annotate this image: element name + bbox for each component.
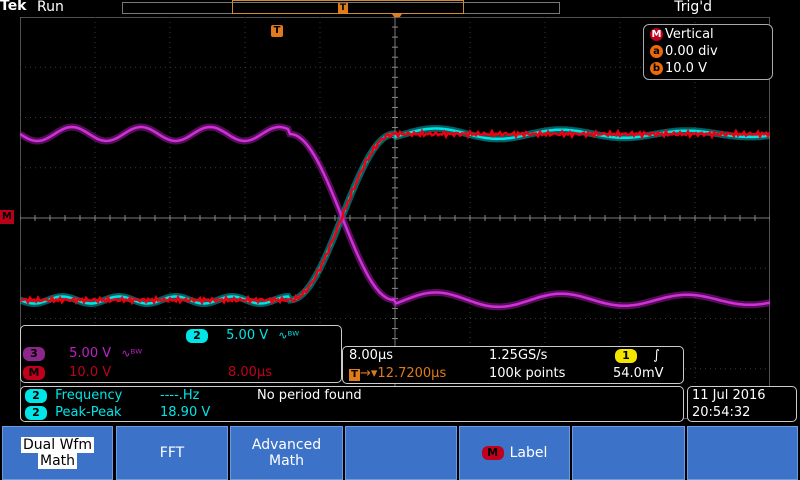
record-length: 100k points — [489, 366, 566, 381]
ch2-readout[interactable]: 2 5.00 V ∿ᴮᵂ — [186, 328, 299, 343]
trigger-position-icon[interactable]: T — [271, 25, 283, 37]
ch2-scale: 5.00 V — [226, 328, 269, 343]
dual-wfm-math-button[interactable]: Dual Wfm Math — [2, 426, 113, 480]
meas2-channel-badge-icon: 2 — [25, 406, 47, 420]
math-badge-small-icon: M — [23, 366, 45, 380]
math-readout[interactable]: M 10.0 V 8.00µs — [23, 365, 272, 380]
record-trigger-icon: T — [338, 3, 348, 13]
meas1-value: ----.Hz — [160, 388, 200, 403]
record-view-window[interactable] — [232, 0, 464, 14]
ch3-scale: 5.00 V — [69, 346, 112, 361]
ch2-bandwidth-icon: ∿ᴮᵂ — [278, 329, 300, 342]
trigger-slope-icon: ∫ — [653, 348, 660, 363]
trigger-arrow-icon: →▾ — [360, 366, 378, 381]
vertical-position: 0.00 div — [665, 44, 718, 59]
ch3-badge-icon: 3 — [23, 347, 45, 361]
trigger-status: Trig'd — [674, 0, 712, 15]
vertical-readout[interactable]: M Vertical a 0.00 div b 10.0 V — [643, 24, 773, 80]
advanced-math-button[interactable]: Advanced Math — [230, 426, 343, 480]
ch2-badge-icon: 2 — [186, 329, 208, 343]
knob-a-icon: a — [650, 45, 663, 58]
ch3-bandwidth-icon: ∿ᴮᵂ — [121, 347, 143, 360]
horizontal-readout[interactable]: 8.00µs 1.25GS/s 1 ∫ T →▾12.7200µs 100k po… — [342, 346, 684, 384]
meas1-label: Frequency — [55, 388, 123, 403]
math-ground-marker-icon[interactable]: M — [0, 210, 14, 224]
fft-button[interactable]: FFT — [116, 426, 228, 480]
trigger-position-badge-icon: T — [349, 369, 360, 381]
meas1-channel-badge-icon: 2 — [25, 389, 47, 403]
measurement-readout[interactable]: 2 Frequency ----.Hz No period found 2 Pe… — [20, 386, 684, 422]
label-math-badge-icon: M — [481, 446, 504, 460]
vertical-scale: 10.0 V — [665, 61, 707, 76]
softkey-empty-7[interactable] — [687, 426, 798, 480]
math-scale: 10.0 V — [69, 365, 112, 380]
time: 20:54:32 — [692, 405, 751, 420]
vertical-title: Vertical — [665, 27, 714, 42]
acquisition-state: Run — [37, 0, 64, 15]
channel-readout[interactable]: 2 5.00 V ∿ᴮᵂ 3 5.00 V ∿ᴮᵂ M 10.0 V 8.00µ… — [20, 325, 342, 383]
date-time: 11 Jul 2016 20:54:32 — [687, 386, 797, 422]
measurement-row[interactable]: 2 Peak-Peak 18.90 V — [25, 405, 210, 420]
trigger-source-badge-icon: 1 — [615, 349, 637, 363]
meas1-note: No period found — [257, 388, 362, 403]
measurement-row[interactable]: 2 Frequency ----.Hz No period found — [25, 388, 362, 403]
date: 11 Jul 2016 — [692, 388, 766, 403]
math-time: 8.00µs — [228, 365, 272, 380]
ch3-readout[interactable]: 3 5.00 V ∿ᴮᵂ — [23, 346, 142, 361]
timebase: 8.00µs — [349, 348, 393, 363]
meas2-value: 18.90 V — [160, 405, 211, 420]
horizontal-position: 12.7200µs — [377, 366, 447, 381]
status-bar: Tek Run T Trig'd — [0, 0, 800, 21]
math-badge-icon: M — [650, 28, 663, 41]
brand-logo: Tek — [0, 0, 27, 14]
softkey-empty-4[interactable] — [345, 426, 457, 480]
label-button[interactable]: M Label — [459, 426, 570, 480]
trigger-level: 54.0mV — [613, 366, 664, 381]
meas2-label: Peak-Peak — [55, 405, 122, 420]
knob-b-icon: b — [650, 62, 663, 75]
softkey-empty-6[interactable] — [572, 426, 685, 480]
sample-rate: 1.25GS/s — [489, 348, 548, 363]
